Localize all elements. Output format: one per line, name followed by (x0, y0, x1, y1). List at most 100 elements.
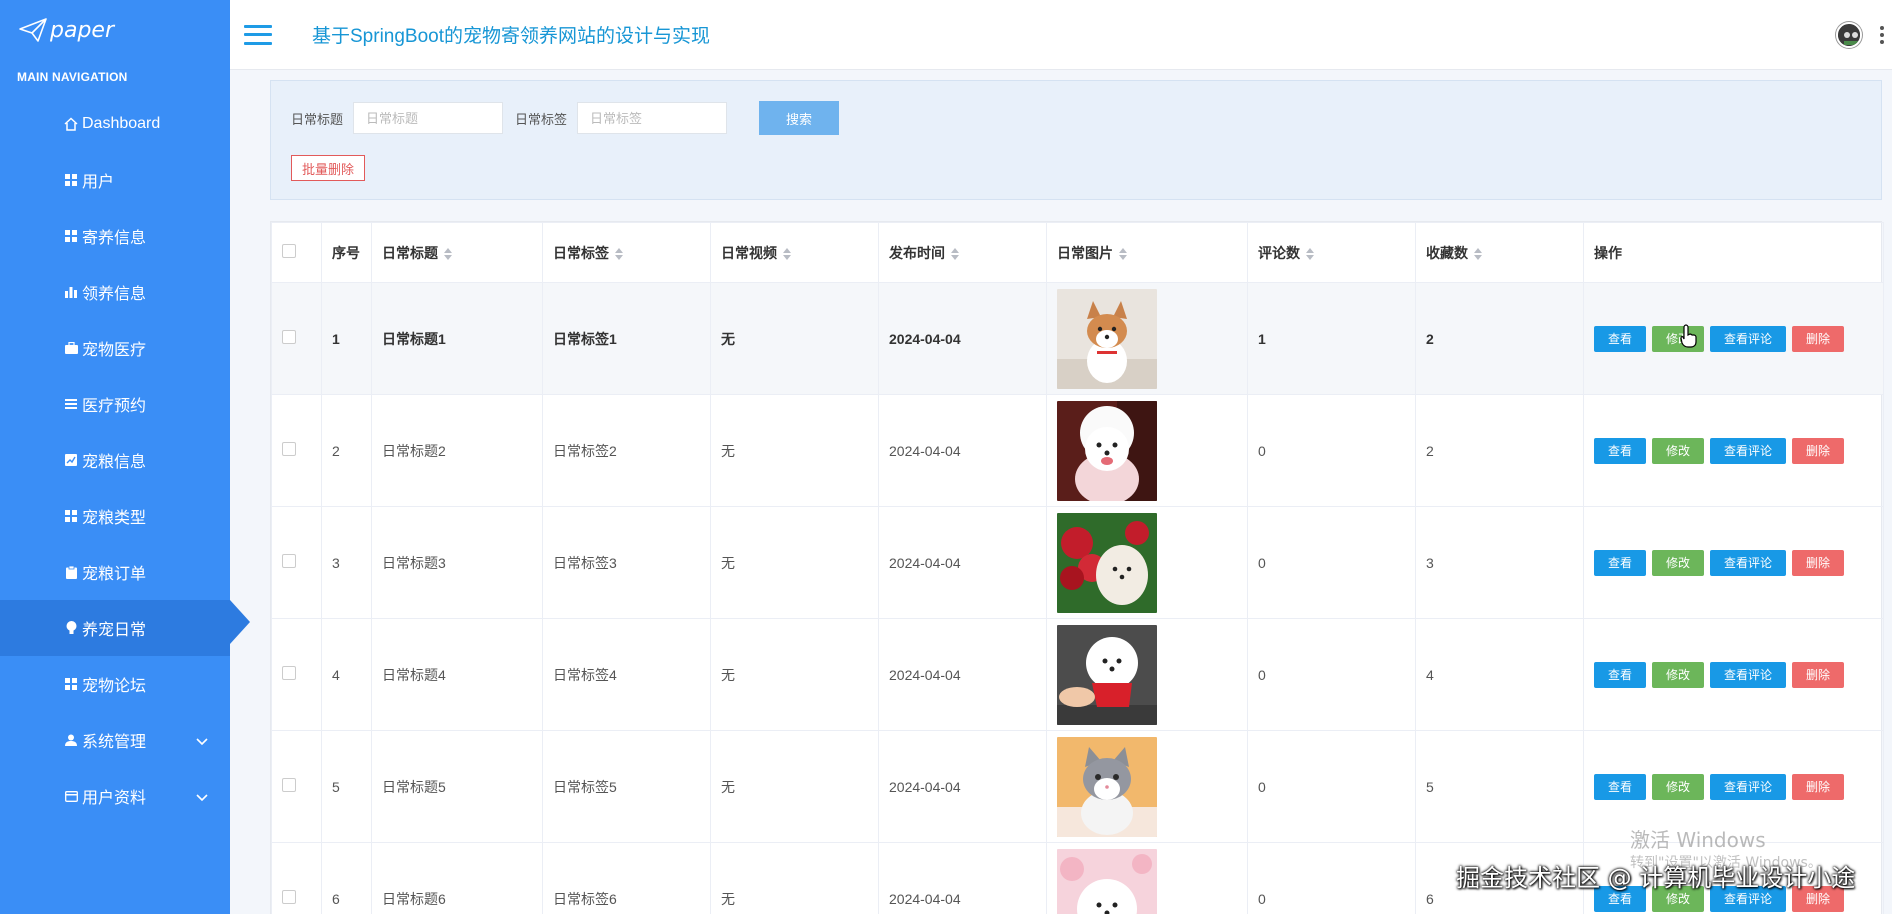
view-button[interactable]: 查看 (1594, 773, 1647, 800)
edit-button[interactable]: 修改 (1652, 325, 1705, 352)
cell-title: 日常标题6 (371, 842, 543, 914)
sidebar-item-8[interactable]: 宠粮订单 (0, 544, 230, 600)
view-comments-button[interactable]: 查看评论 (1710, 661, 1787, 688)
cell-actions: 查看 修改 查看评论 删除 (1583, 506, 1884, 619)
select-all-checkbox[interactable] (282, 244, 296, 258)
sidebar-item-10[interactable]: 宠物论坛 (0, 656, 230, 712)
sidebar-item-label: 宠物医疗 (82, 342, 147, 359)
menu-toggle-icon[interactable] (244, 24, 272, 45)
table-row[interactable]: 3 日常标题3 日常标签3 无 2024-04-04 0 3 查看 修改 查看评论 删除 (271, 506, 1884, 619)
pet-thumbnail[interactable] (1057, 512, 1247, 613)
row-checkbox[interactable] (282, 330, 296, 344)
row-checkbox[interactable] (282, 778, 296, 792)
view-button[interactable]: 查看 (1594, 325, 1647, 352)
edit-button[interactable]: 修改 (1652, 661, 1705, 688)
pet-thumbnail[interactable] (1057, 400, 1247, 501)
chevron-down-icon[interactable] (196, 733, 208, 751)
bar-chart-icon (64, 285, 78, 299)
select-all-cell (271, 222, 322, 283)
sidebar-item-11[interactable]: 系统管理 (0, 712, 230, 768)
pet-thumbnail[interactable] (1057, 288, 1247, 389)
sidebar-item-12[interactable]: 用户资料 (0, 768, 230, 824)
sidebar-item-label: 系统管理 (82, 734, 147, 751)
delete-button[interactable]: 删除 (1792, 325, 1845, 352)
cell-no: 6 (321, 842, 372, 914)
cell-title: 日常标题4 (371, 618, 543, 731)
row-select-cell (271, 282, 322, 395)
tag-search-input[interactable] (577, 102, 728, 134)
sidebar-item-label: 用户资料 (82, 790, 147, 807)
sidebar-item-7[interactable]: 宠粮类型 (0, 488, 230, 544)
title-label: 日常标题 (291, 111, 344, 127)
bulk-delete-button[interactable]: 批量删除 (291, 155, 366, 181)
edit-button[interactable]: 修改 (1652, 549, 1705, 576)
sidebar-item-4[interactable]: 宠物医疗 (0, 320, 230, 376)
sidebar-item-3[interactable]: 领养信息 (0, 264, 230, 320)
cell-tag: 日常标签5 (542, 730, 711, 843)
view-button[interactable]: 查看 (1594, 661, 1647, 688)
column-header[interactable]: 发布时间 (878, 222, 1047, 283)
pet-thumbnail[interactable] (1057, 624, 1247, 725)
row-checkbox[interactable] (282, 890, 296, 904)
sort-icon[interactable] (1306, 247, 1314, 260)
pet-thumbnail[interactable] (1057, 736, 1247, 837)
cell-video: 无 (710, 394, 879, 507)
edit-button[interactable]: 修改 (1652, 773, 1705, 800)
view-comments-button[interactable]: 查看评论 (1710, 549, 1787, 576)
column-header[interactable]: 日常图片 (1046, 222, 1248, 283)
sidebar-item-1[interactable]: 用户 (0, 152, 230, 208)
sort-icon[interactable] (1119, 247, 1127, 260)
view-comments-button[interactable]: 查看评论 (1710, 325, 1787, 352)
cell-tag: 日常标签3 (542, 506, 711, 619)
chart-icon (64, 453, 78, 467)
search-button[interactable]: 搜索 (759, 101, 840, 135)
column-header[interactable]: 收藏数 (1415, 222, 1584, 283)
edit-button[interactable]: 修改 (1652, 437, 1705, 464)
cell-tag: 日常标签6 (542, 842, 711, 914)
avatar[interactable] (1836, 22, 1862, 48)
sort-icon[interactable] (783, 247, 791, 260)
column-header[interactable]: 日常标题 (371, 222, 543, 283)
sidebar-item-2[interactable]: 寄养信息 (0, 208, 230, 264)
row-checkbox[interactable] (282, 666, 296, 680)
cell-title: 日常标题3 (371, 506, 543, 619)
sidebar-item-label: 宠粮类型 (82, 510, 147, 527)
view-button[interactable]: 查看 (1594, 437, 1647, 464)
pet-thumbnail[interactable] (1057, 848, 1247, 914)
cell-comments: 0 (1247, 842, 1416, 914)
row-select-cell (271, 506, 322, 619)
nav-list: Dashboard 用户 寄养信息 领养信息宠物医疗医疗预约 宠粮信息宠粮类型宠粮订单养… (0, 96, 250, 824)
column-header[interactable]: 日常标签 (542, 222, 711, 283)
sidebar: paper MAIN NAVIGATION Dashboard 用户 寄养信息 领养信… (0, 0, 250, 914)
sidebar-item-5[interactable]: 医疗预约 (0, 376, 230, 432)
sidebar-item-9[interactable]: 养宠日常 (0, 600, 250, 656)
delete-button[interactable]: 删除 (1792, 549, 1845, 576)
sidebar-item-0[interactable]: Dashboard (0, 96, 230, 152)
row-checkbox[interactable] (282, 442, 296, 456)
title-search-input[interactable] (353, 102, 504, 134)
chevron-down-icon[interactable] (196, 789, 208, 807)
sort-icon[interactable] (615, 247, 623, 260)
sidebar-item-6[interactable]: 宠粮信息 (0, 432, 230, 488)
table-row[interactable]: 2 日常标题2 日常标签2 无 2024-04-04 0 2 查看 修改 查看评论 删除 (271, 394, 1884, 507)
delete-button[interactable]: 删除 (1792, 773, 1845, 800)
cell-date: 2024-04-04 (878, 282, 1047, 395)
sort-icon[interactable] (444, 247, 452, 260)
search-panel: 日常标题 日常标签 搜索 批量删除 (270, 80, 1882, 200)
delete-button[interactable]: 删除 (1792, 661, 1845, 688)
sidebar-item-label: 宠粮订单 (82, 566, 147, 583)
column-header[interactable]: 评论数 (1247, 222, 1416, 283)
row-checkbox[interactable] (282, 554, 296, 568)
table-row[interactable]: 1 日常标题1 日常标签1 无 2024-04-04 1 2 查看 修改 查看评论 删除 (271, 282, 1884, 395)
view-comments-button[interactable]: 查看评论 (1710, 773, 1787, 800)
view-comments-button[interactable]: 查看评论 (1710, 437, 1787, 464)
app-logo[interactable]: paper (0, 0, 230, 60)
delete-button[interactable]: 删除 (1792, 437, 1845, 464)
sort-icon[interactable] (951, 247, 959, 260)
table-row[interactable]: 4 日常标题4 日常标签4 无 2024-04-04 0 4 查看 修改 查看评论 删除 (271, 618, 1884, 731)
more-vertical-icon[interactable] (1880, 26, 1884, 44)
sort-icon[interactable] (1474, 247, 1482, 260)
view-button[interactable]: 查看 (1594, 549, 1647, 576)
cell-image (1046, 394, 1248, 507)
column-header[interactable]: 日常视频 (710, 222, 879, 283)
